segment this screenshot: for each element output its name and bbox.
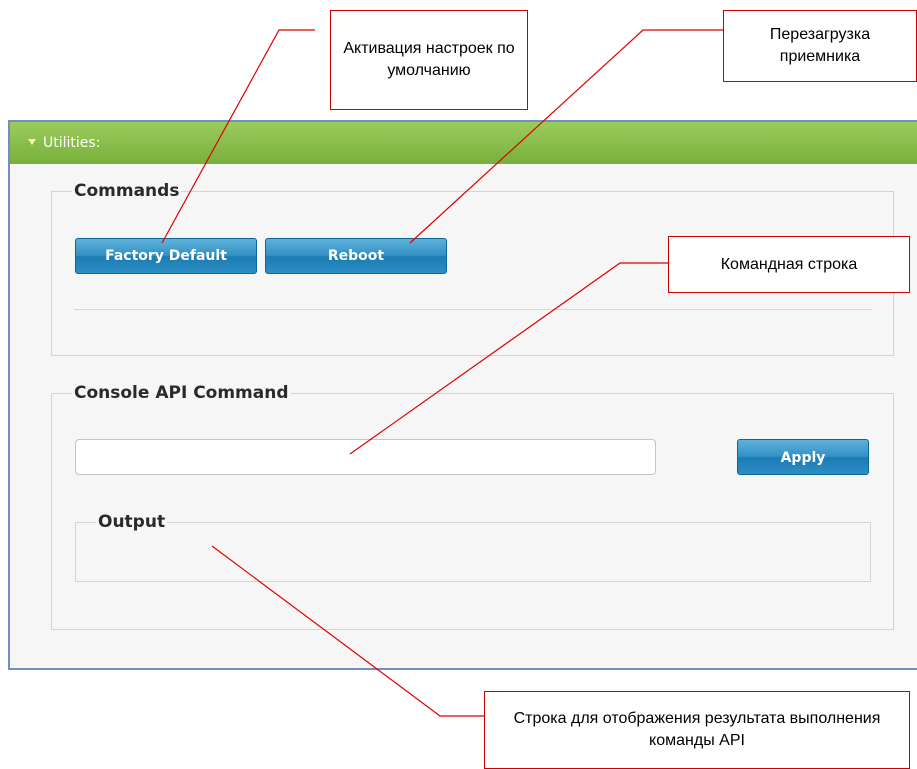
utilities-panel-header[interactable]: Utilities: bbox=[10, 122, 917, 164]
expand-triangle-icon bbox=[28, 139, 36, 145]
utilities-panel-title: Utilities: bbox=[43, 135, 101, 151]
output-legend: Output bbox=[96, 512, 168, 532]
output-fieldset: Output bbox=[75, 512, 871, 582]
console-api-fieldset: Console API Command Apply Output bbox=[51, 383, 894, 630]
callout-output: Строка для отображения результата выполн… bbox=[484, 691, 910, 769]
commands-legend: Commands bbox=[72, 181, 182, 201]
commands-divider bbox=[74, 309, 872, 310]
reboot-button[interactable]: Reboot bbox=[265, 238, 447, 274]
console-command-input[interactable] bbox=[75, 439, 656, 475]
console-api-legend: Console API Command bbox=[72, 383, 291, 403]
callout-factory-default: Активация настроек по умолчанию bbox=[330, 10, 528, 110]
factory-default-button[interactable]: Factory Default bbox=[75, 238, 257, 274]
callout-command-line: Командная строка bbox=[668, 236, 910, 293]
callout-reboot: Перезагрузка приемника bbox=[723, 10, 917, 82]
apply-button[interactable]: Apply bbox=[737, 439, 869, 475]
utilities-panel: Utilities: Commands Factory Default Rebo… bbox=[8, 120, 917, 670]
